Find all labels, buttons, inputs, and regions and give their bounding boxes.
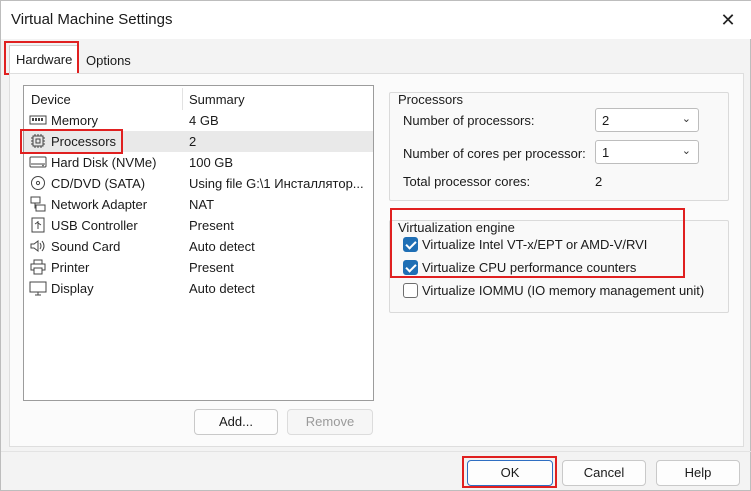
cd-dvd-icon (31, 176, 45, 190)
printer-icon (30, 259, 46, 275)
cpu-counters-label[interactable]: Virtualize CPU performance counters (422, 260, 636, 275)
device-summary: Present (189, 218, 234, 233)
tab-bar: Hardware Options (1, 39, 751, 75)
device-row-cd-dvd[interactable]: CD/DVD (SATA) Using file G:\1 Инсталлято… (24, 173, 373, 194)
ok-button[interactable]: OK (467, 460, 553, 486)
help-button[interactable]: Help (656, 460, 740, 486)
device-row-sound-card[interactable]: Sound Card Auto detect (24, 236, 373, 257)
num-processors-value: 2 (602, 113, 610, 128)
device-name: Printer (51, 260, 90, 275)
column-divider (182, 88, 183, 110)
usb-icon (31, 217, 45, 233)
add-device-button[interactable]: Add... (194, 409, 278, 435)
processor-icon (31, 134, 45, 148)
iommu-checkbox[interactable] (403, 283, 418, 298)
device-row-network-adapter[interactable]: Network Adapter NAT (24, 194, 373, 215)
num-processors-label: Number of processors: (403, 113, 535, 128)
device-row-memory[interactable]: Memory 4 GB (24, 110, 373, 131)
cores-per-processor-value: 1 (602, 145, 610, 160)
total-cores-value: 2 (595, 174, 603, 189)
device-row-display[interactable]: Display Auto detect (24, 278, 373, 299)
device-row-usb-controller[interactable]: USB Controller Present (24, 215, 373, 236)
device-summary: 2 (189, 134, 197, 149)
device-row-processors[interactable]: Processors 2 (24, 131, 373, 152)
vt-x-label[interactable]: Virtualize Intel VT-x/EPT or AMD-V/RVI (422, 237, 647, 252)
display-icon (29, 281, 47, 296)
device-name: Processors (51, 134, 117, 149)
footer-divider (1, 451, 751, 452)
virtualization-group-title: Virtualization engine (398, 220, 515, 235)
device-summary: NAT (189, 197, 215, 212)
hard-disk-icon (29, 156, 47, 168)
iommu-label[interactable]: Virtualize IOMMU (IO memory management u… (422, 283, 704, 298)
device-list-header: Device Summary (24, 86, 373, 112)
cores-per-processor-select[interactable]: 1 ⌄ (595, 140, 699, 164)
device-name: Network Adapter (51, 197, 148, 212)
device-name: Sound Card (51, 239, 121, 254)
cpu-counters-checkbox[interactable] (403, 260, 418, 275)
column-header-summary[interactable]: Summary (189, 92, 245, 107)
chevron-down-icon: ⌄ (681, 145, 691, 157)
device-list[interactable]: Device Summary Memory 4 GB Processors 2 (23, 85, 374, 401)
device-name: Memory (51, 113, 98, 128)
column-header-device[interactable]: Device (31, 92, 71, 107)
memory-icon (29, 115, 47, 125)
device-summary: 100 GB (189, 155, 234, 170)
cancel-button[interactable]: Cancel (562, 460, 646, 486)
window-title: Virtual Machine Settings (11, 11, 173, 28)
device-row-printer[interactable]: Printer Present (24, 257, 373, 278)
device-summary: Using file G:\1 Инсталлятор... (189, 176, 364, 191)
num-processors-select[interactable]: 2 ⌄ (595, 108, 699, 132)
processors-group-title: Processors (398, 92, 464, 107)
device-summary: Auto detect (189, 281, 255, 296)
remove-device-button[interactable]: Remove (287, 409, 373, 435)
sound-card-icon (30, 240, 45, 252)
close-icon[interactable]: ✕ (718, 10, 738, 30)
device-name: USB Controller (51, 218, 138, 233)
tab-hardware[interactable]: Hardware (9, 45, 80, 73)
cores-per-processor-label: Number of cores per processor: (403, 146, 586, 161)
device-name: Hard Disk (NVMe) (51, 155, 157, 170)
network-adapter-icon (30, 196, 46, 212)
title-bar: Virtual Machine Settings ✕ (1, 1, 751, 39)
device-summary: Present (189, 260, 234, 275)
device-name: CD/DVD (SATA) (51, 176, 146, 191)
device-row-hard-disk[interactable]: Hard Disk (NVMe) 100 GB (24, 152, 373, 173)
device-summary: 4 GB (189, 113, 219, 128)
device-summary: Auto detect (189, 239, 255, 254)
vt-x-checkbox[interactable] (403, 237, 418, 252)
device-name: Display (51, 281, 94, 296)
chevron-down-icon: ⌄ (681, 113, 691, 125)
settings-window: Virtual Machine Settings ✕ Hardware Opti… (0, 0, 751, 491)
tab-options[interactable]: Options (80, 50, 137, 74)
total-cores-label: Total processor cores: (403, 174, 531, 189)
